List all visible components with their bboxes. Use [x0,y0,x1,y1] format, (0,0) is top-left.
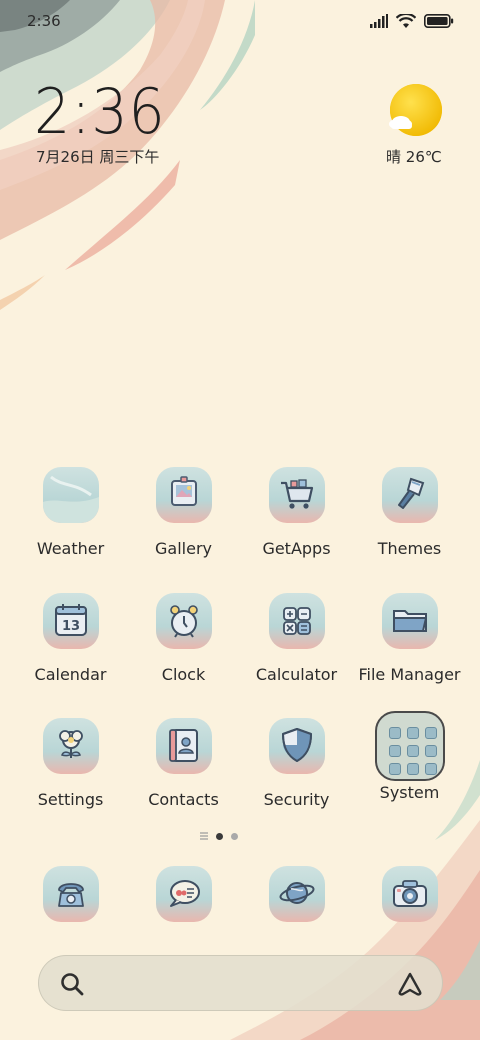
paintbrush-icon [381,467,438,523]
app-label: Contacts [148,790,219,809]
shield-icon [268,718,325,774]
app-label: Weather [36,539,105,558]
folder-mini-icon [424,727,437,739]
weather-widget[interactable] [388,84,444,140]
app-security[interactable]: Security [240,718,353,828]
app-label: Themes [377,539,442,558]
folder-mini-icon [406,763,419,775]
page-list-icon [200,832,208,840]
app-weather[interactable]: Weather [14,467,127,577]
app-settings[interactable]: Settings [14,718,127,828]
app-gallery[interactable]: Gallery [127,467,240,577]
app-label: Settings [37,790,104,809]
page-dot-active[interactable] [216,832,223,840]
app-calendar[interactable]: 13 Calendar [14,593,127,703]
app-label: Clock [161,665,206,684]
page-dot[interactable] [231,832,238,840]
folder-icon [381,593,438,649]
contacts-book-icon [155,718,212,774]
app-contacts[interactable]: Contacts [127,718,240,828]
folder-mini-icon [388,745,401,757]
folder-mini-icon [424,745,437,757]
status-bar: 2:36 [0,0,480,44]
shopping-cart-icon [268,467,325,523]
message-bubble-icon[interactable] [156,866,212,922]
clock-widget-time[interactable]: 2:36 [34,78,166,146]
gallery-icon [155,467,212,523]
calendar-icon: 13 [42,593,99,649]
flower-gear-icon [42,718,99,774]
app-label: Security [263,790,330,809]
app-getapps[interactable]: GetApps [240,467,353,577]
folder-mini-icon [388,763,401,775]
planet-browser-icon[interactable] [269,866,325,922]
search-icon[interactable] [59,971,85,997]
assistant-icon[interactable] [396,970,424,998]
folder-mini-icon [406,745,419,757]
folder-grid-icon [374,711,445,781]
app-label: Gallery [155,539,212,558]
app-label: System [379,783,440,802]
signal-icon [370,14,388,28]
app-themes[interactable]: Themes [353,467,466,577]
folder-mini-icon [406,727,419,739]
phone-icon[interactable] [43,866,99,922]
weather-condition: 晴 [386,148,402,166]
folder-mini-icon [424,763,437,775]
calculator-icon [268,593,325,649]
battery-icon [424,14,454,28]
status-icons [370,13,454,29]
app-label: File Manager [358,665,461,684]
weather-temperature: 26℃ [405,148,442,166]
alarm-clock-icon [155,593,212,649]
status-time: 2:36 [27,12,61,30]
camera-icon[interactable] [382,866,438,922]
weather-widget-text[interactable]: 晴 26℃ [386,146,442,167]
app-label: GetApps [262,539,331,558]
weather-icon [42,467,99,523]
folder-mini-icon [388,727,401,739]
page-indicator[interactable] [200,830,250,842]
app-calculator[interactable]: Calculator [240,593,353,703]
folder-system[interactable]: System [353,711,466,828]
app-clock[interactable]: Clock [127,593,240,703]
app-label: Calendar [34,665,107,684]
sun-cloud-icon [389,84,442,136]
app-label: Calculator [255,665,338,684]
calendar-day: 13 [61,619,79,634]
search-bar[interactable] [38,955,443,1011]
wifi-icon [396,13,416,28]
app-file-manager[interactable]: File Manager [353,593,466,703]
clock-widget-date[interactable]: 7月26日 周三下午 [36,146,159,167]
